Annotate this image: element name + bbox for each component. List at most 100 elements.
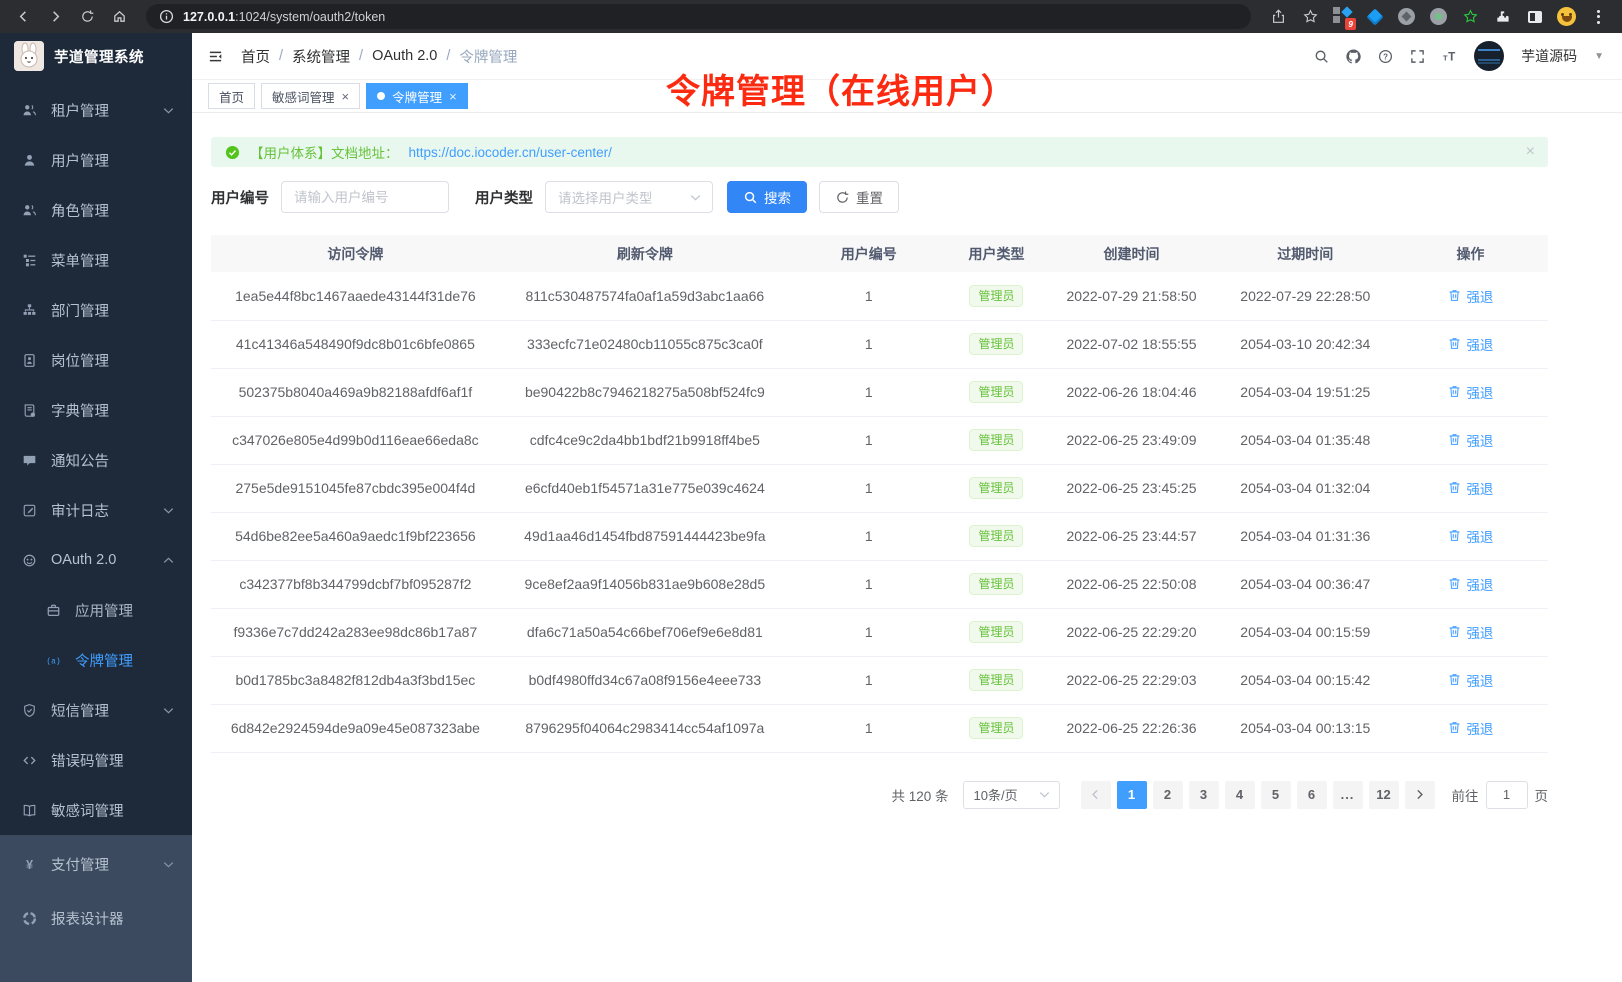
force-logout-button[interactable]: 强退 <box>1447 526 1493 546</box>
gray-circle-extension-icon[interactable] <box>1397 7 1416 26</box>
question-icon[interactable]: ? <box>1378 49 1393 64</box>
page-size-select[interactable]: 10条/页 <box>963 781 1060 809</box>
record-extension-icon[interactable] <box>1429 7 1448 26</box>
goto-page-input[interactable] <box>1486 781 1528 809</box>
close-icon[interactable]: × <box>1526 144 1535 160</box>
puzzle-icon <box>1495 9 1510 24</box>
profile-avatar-icon[interactable] <box>1557 7 1576 26</box>
side-panel-icon[interactable] <box>1525 7 1544 26</box>
user-type-cell: 管理员 <box>948 704 1046 752</box>
page-button[interactable]: 12 <box>1369 781 1399 809</box>
robot-icon <box>22 553 37 568</box>
page-button[interactable]: 3 <box>1189 781 1219 809</box>
tab[interactable]: 首页 × <box>208 83 255 109</box>
tab[interactable]: 令牌管理 × <box>366 83 468 109</box>
font-size-icon[interactable]: TT <box>1442 49 1457 64</box>
search-button[interactable]: 搜索 <box>727 181 807 213</box>
reload-icon[interactable] <box>74 4 100 30</box>
sidebar-item[interactable]: 岗位管理 <box>0 335 192 385</box>
close-icon[interactable]: × <box>342 90 350 103</box>
username[interactable]: 芋道源码 <box>1521 46 1577 66</box>
tab[interactable]: 敏感词管理 × <box>261 83 360 109</box>
browser-menu-icon[interactable] <box>1589 7 1608 26</box>
force-logout-button[interactable]: 强退 <box>1447 478 1493 498</box>
force-logout-button[interactable]: 强退 <box>1447 382 1493 402</box>
collapse-menu-icon[interactable] <box>208 49 223 64</box>
col-create-time: 创建时间 <box>1045 235 1217 272</box>
star-extension-icon[interactable] <box>1461 7 1480 26</box>
page-button[interactable]: 5 <box>1261 781 1291 809</box>
page-button[interactable]: ... <box>1333 781 1363 809</box>
sidebar-item[interactable]: 短信管理 <box>0 685 192 735</box>
sidebar-item[interactable]: (a) 令牌管理 <box>0 635 192 685</box>
force-logout-button[interactable]: 强退 <box>1447 718 1493 738</box>
sidebar-item[interactable]: 敏感词管理 <box>0 785 192 835</box>
sidebar-item[interactable]: 用户管理 <box>0 135 192 185</box>
gem-extension-icon[interactable] <box>1365 7 1384 26</box>
access-token-cell: c347026e805e4d99b0d116eae66eda8c <box>211 416 500 464</box>
fullscreen-icon[interactable] <box>1410 49 1425 64</box>
sidebar-item[interactable]: 报表设计器 <box>0 891 192 945</box>
chevron-up-icon <box>161 553 176 568</box>
sidebar-item[interactable]: 错误码管理 <box>0 735 192 785</box>
back-icon[interactable] <box>10 4 36 30</box>
user-type-cell: 管理员 <box>948 656 1046 704</box>
logo[interactable]: 芋道管理系统 <box>0 33 192 79</box>
reset-button[interactable]: 重置 <box>819 181 899 213</box>
sidebar-item[interactable]: 部门管理 <box>0 285 192 335</box>
chevron-down-icon[interactable]: ▼ <box>1594 51 1604 62</box>
sidebar-item[interactable]: 角色管理 <box>0 185 192 235</box>
app-title: 芋道管理系统 <box>54 46 144 67</box>
access-token-cell: c342377bf8b344799dcbf7bf095287f2 <box>211 560 500 608</box>
force-logout-button[interactable]: 强退 <box>1447 430 1493 450</box>
breadcrumb-item[interactable]: OAuth 2.0 / <box>372 48 459 64</box>
refresh-token-cell: 333ecfc71e02480cb11055c875c3ca0f <box>500 320 790 368</box>
doc-link[interactable]: https://doc.iocoder.cn/user-center/ <box>409 145 612 160</box>
force-logout-button[interactable]: 强退 <box>1447 334 1493 354</box>
breadcrumb-item[interactable]: 系统管理 / <box>292 46 372 67</box>
force-logout-button[interactable]: 强退 <box>1447 622 1493 642</box>
header-icons: ? TT <box>1314 49 1457 64</box>
prev-page-button[interactable] <box>1081 781 1111 809</box>
user-type-badge: 管理员 <box>969 285 1023 307</box>
forward-icon[interactable] <box>42 4 68 30</box>
page-button[interactable]: 1 <box>1117 781 1147 809</box>
col-user-type: 用户类型 <box>948 235 1046 272</box>
sidebar-item[interactable]: 应用管理 <box>0 585 192 635</box>
puzzle-extensions-icon[interactable] <box>1493 7 1512 26</box>
user-type-cell: 管理员 <box>948 368 1046 416</box>
home-icon <box>112 9 127 24</box>
breadcrumb-item[interactable]: 令牌管理 / <box>459 46 517 67</box>
bookmark-star-icon[interactable] <box>1297 4 1323 30</box>
page-button[interactable]: 2 <box>1153 781 1183 809</box>
sidebar-item-label: 令牌管理 <box>75 650 162 671</box>
breadcrumb-item[interactable]: 首页 / <box>241 46 292 67</box>
pixel-extension-icon[interactable]: 9 <box>1333 7 1352 26</box>
github-icon[interactable] <box>1346 49 1361 64</box>
user-type-select[interactable]: 请选择用户类型 <box>545 181 713 213</box>
force-logout-button[interactable]: 强退 <box>1447 670 1493 690</box>
refresh-token-cell: dfa6c71a50a54c66bef706ef9e6e8d81 <box>500 608 790 656</box>
sidebar-item[interactable]: OAuth 2.0 <box>0 535 192 585</box>
user-type-badge: 管理员 <box>969 429 1023 451</box>
force-logout-button[interactable]: 强退 <box>1447 574 1493 594</box>
sidebar-item[interactable]: 通知公告 <box>0 435 192 485</box>
url-bar[interactable]: 127.0.0.1:1024/system/oauth2/token <box>146 4 1251 29</box>
page-button[interactable]: 4 <box>1225 781 1255 809</box>
pagination: 共 120 条 10条/页 1 2 3 4 <box>211 781 1548 809</box>
col-user-id: 用户编号 <box>790 235 948 272</box>
home-icon[interactable] <box>106 4 132 30</box>
user-avatar[interactable] <box>1474 41 1504 71</box>
force-logout-button[interactable]: 强退 <box>1447 286 1493 306</box>
next-page-button[interactable] <box>1405 781 1435 809</box>
sidebar-item[interactable]: 菜单管理 <box>0 235 192 285</box>
user-id-input[interactable] <box>281 181 449 213</box>
page-button[interactable]: 6 <box>1297 781 1327 809</box>
sidebar-item[interactable]: 字典管理 <box>0 385 192 435</box>
close-icon[interactable]: × <box>449 90 457 103</box>
sidebar-item[interactable]: 审计日志 <box>0 485 192 535</box>
search-icon[interactable] <box>1314 49 1329 64</box>
share-icon[interactable] <box>1265 4 1291 30</box>
sidebar-item[interactable]: 租户管理 <box>0 85 192 135</box>
sidebar-item[interactable]: ¥ 支付管理 <box>0 837 192 891</box>
